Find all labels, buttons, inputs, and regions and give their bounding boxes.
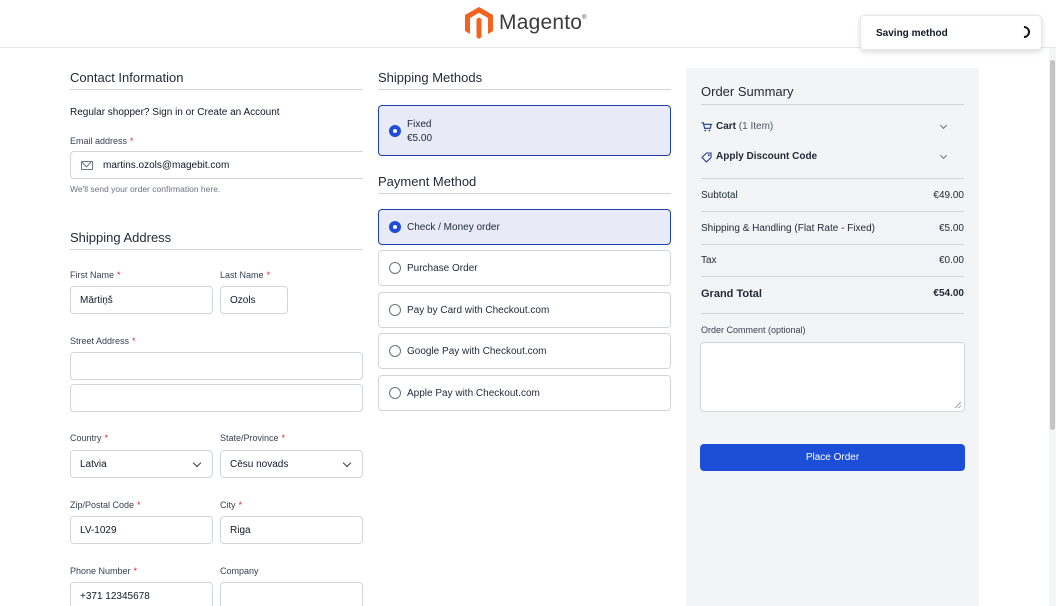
summary-divider	[701, 276, 964, 277]
comment-label: Order Comment (optional)	[701, 325, 806, 335]
tax-row: Tax €0.00	[701, 255, 964, 266]
cart-icon	[701, 122, 712, 132]
order-summary-panel: Order Summary Cart (1 Item) Apply Discou…	[686, 68, 979, 606]
last-name-field[interactable]: Ozols	[220, 286, 288, 314]
cart-toggle[interactable]: Cart (1 Item)	[701, 121, 964, 135]
tax-value: €0.00	[938, 255, 964, 266]
payment-method-divider	[378, 193, 671, 194]
shipping-methods-title: Shipping Methods	[378, 70, 483, 85]
summary-divider	[701, 211, 964, 212]
radio-icon[interactable]	[389, 262, 401, 274]
payment-option-apple-pay[interactable]: Apple Pay with Checkout.com	[378, 375, 671, 411]
radio-selected-icon[interactable]	[389, 125, 401, 137]
grand-total-label: Grand Total	[701, 288, 762, 300]
summary-divider	[701, 244, 964, 245]
country-label: Country *	[70, 433, 109, 443]
summary-divider	[701, 313, 964, 314]
phone-label: Phone Number *	[70, 566, 138, 576]
cart-count: (1 Item)	[738, 121, 774, 132]
order-comment-textarea[interactable]	[700, 342, 965, 412]
shipping-row: Shipping & Handling (Flat Rate - Fixed) …	[701, 223, 964, 234]
last-name-label: Last Name *	[220, 270, 271, 280]
radio-selected-icon[interactable]	[389, 221, 401, 233]
discount-toggle[interactable]: Apply Discount Code	[701, 151, 964, 165]
summary-divider	[701, 104, 964, 105]
shipping-option-fixed[interactable]: Fixed €5.00	[378, 105, 671, 156]
discount-label: Apply Discount Code	[716, 151, 818, 162]
payment-option-label: Apple Pay with Checkout.com	[407, 388, 540, 399]
contact-title: Contact Information	[70, 70, 184, 85]
shipping-address-divider	[70, 249, 363, 250]
grand-total-row: Grand Total €54.00	[701, 288, 964, 300]
radio-icon[interactable]	[389, 387, 401, 399]
radio-icon[interactable]	[389, 304, 401, 316]
phone-field[interactable]: +371 12345678	[70, 582, 213, 606]
zip-field[interactable]: LV-1029	[70, 516, 213, 544]
scrollbar-thumb[interactable]	[1050, 60, 1055, 430]
signin-prompt[interactable]: Regular shopper? Sign in or Create an Ac…	[70, 107, 280, 118]
payment-option-google-pay[interactable]: Google Pay with Checkout.com	[378, 333, 671, 369]
payment-option-label: Pay by Card with Checkout.com	[407, 305, 550, 316]
brand-name: Magento®	[499, 11, 587, 34]
first-name-field[interactable]: Mārtiņš	[70, 286, 213, 314]
tax-label: Tax	[701, 255, 717, 266]
company-label: Company	[220, 566, 259, 576]
grand-total-value: €54.00	[933, 288, 964, 299]
magento-logo[interactable]: Magento®	[465, 7, 587, 39]
email-label: Email address *	[70, 136, 134, 146]
city-label: City *	[220, 500, 243, 510]
payment-option-check-money-order[interactable]: Check / Money order	[378, 209, 671, 245]
zip-label: Zip/Postal Code *	[70, 500, 141, 510]
payment-option-card-checkout[interactable]: Pay by Card with Checkout.com	[378, 292, 671, 328]
subtotal-row: Subtotal €49.00	[701, 190, 964, 201]
email-value: martins.ozols@magebit.com	[103, 159, 230, 171]
country-value: Latvia	[80, 458, 107, 470]
street-line2-field[interactable]	[70, 384, 363, 412]
state-label: State/Province *	[220, 433, 286, 443]
company-field[interactable]	[220, 582, 363, 606]
contact-divider	[70, 89, 363, 90]
payment-option-label: Check / Money order	[407, 222, 500, 233]
cart-label: Cart	[716, 121, 737, 132]
payment-option-label: Google Pay with Checkout.com	[407, 346, 547, 357]
first-name-label: First Name *	[70, 270, 121, 280]
magento-logo-icon	[465, 7, 493, 39]
summary-divider	[701, 178, 964, 179]
subtotal-value: €49.00	[933, 190, 964, 201]
radio-icon[interactable]	[389, 345, 401, 357]
saving-toast: Saving method	[860, 15, 1042, 50]
shipping-option-price: €5.00	[407, 133, 433, 144]
place-order-button[interactable]: Place Order	[700, 444, 965, 471]
toast-text: Saving method	[876, 28, 948, 39]
order-summary-title: Order Summary	[701, 84, 794, 99]
shipping-methods-divider	[378, 89, 671, 90]
shipping-option-label: Fixed	[407, 119, 432, 130]
payment-option-purchase-order[interactable]: Purchase Order	[378, 250, 671, 286]
chevron-down-icon	[939, 151, 948, 160]
shipping-value: €5.00	[938, 223, 964, 234]
chevron-down-icon	[192, 458, 202, 468]
chevron-down-icon	[342, 458, 352, 468]
subtotal-label: Subtotal	[701, 190, 738, 201]
street-line1-field[interactable]	[70, 352, 363, 380]
country-select[interactable]: Latvia	[70, 450, 213, 478]
chevron-down-icon	[939, 121, 948, 130]
shipping-label: Shipping & Handling (Flat Rate - Fixed)	[701, 223, 875, 234]
mail-icon	[81, 160, 93, 170]
email-hint: We'll send your order confirmation here.	[70, 184, 221, 194]
payment-option-label: Purchase Order	[407, 263, 478, 274]
shipping-address-title: Shipping Address	[70, 230, 172, 245]
state-select[interactable]: Cēsu novads	[220, 450, 363, 478]
state-value: Cēsu novads	[230, 458, 289, 470]
street-label: Street Address *	[70, 336, 136, 346]
city-field[interactable]: Riga	[220, 516, 363, 544]
tag-icon	[701, 152, 712, 163]
email-field[interactable]: martins.ozols@magebit.com	[70, 151, 363, 179]
payment-method-title: Payment Method	[378, 174, 477, 189]
